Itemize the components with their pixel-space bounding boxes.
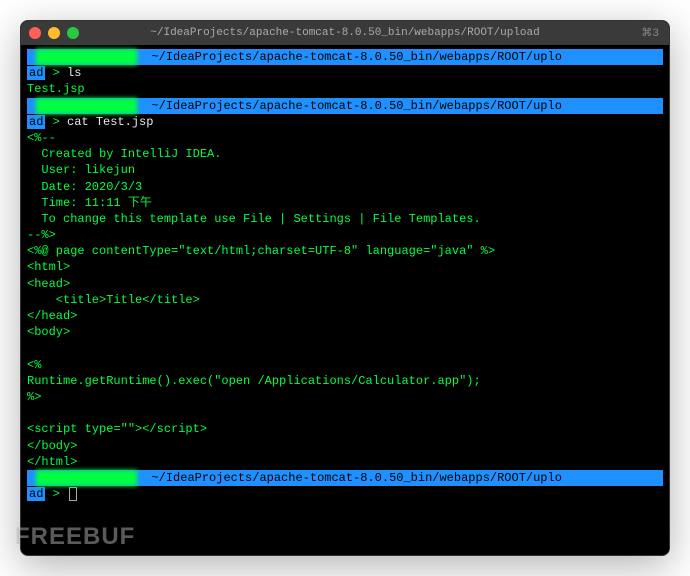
terminal-body[interactable]: ███████@██████ ~/IdeaProjects/apache-tom… — [21, 45, 669, 555]
output-line: </head> — [27, 308, 663, 324]
prompt-cont: ad — [27, 115, 45, 129]
output-line: <%-- — [27, 130, 663, 146]
prompt-arrow-icon: > — [45, 487, 67, 501]
output-line: <html> — [27, 259, 663, 275]
prompt-line: ███████@██████ ~/IdeaProjects/apache-tom… — [27, 49, 663, 65]
window-title: ~/IdeaProjects/apache-tomcat-8.0.50_bin/… — [21, 27, 669, 39]
output-line: User: likejun — [27, 162, 663, 178]
traffic-lights — [29, 27, 79, 39]
output-line: <%@ page contentType="text/html;charset=… — [27, 243, 663, 259]
window-shortcut-hint: ⌘3 — [641, 26, 659, 40]
output-line: <script type=""></script> — [27, 421, 663, 437]
prompt-arrow-icon: > — [45, 66, 67, 80]
output-line: Test.jsp — [27, 81, 663, 97]
output-line: Date: 2020/3/3 — [27, 179, 663, 195]
prompt-arrow-icon: > — [45, 115, 67, 129]
output-line: <title>Title</title> — [27, 292, 663, 308]
title-bar: ~/IdeaProjects/apache-tomcat-8.0.50_bin/… — [21, 21, 669, 45]
command-line[interactable]: ad > cat Test.jsp — [27, 114, 663, 130]
minimize-icon[interactable] — [48, 27, 60, 39]
output-line: %> — [27, 389, 663, 405]
terminal-window: ~/IdeaProjects/apache-tomcat-8.0.50_bin/… — [20, 20, 670, 556]
output-line — [27, 405, 663, 421]
output-line: Created by IntelliJ IDEA. — [27, 146, 663, 162]
prompt-path: ~/IdeaProjects/apache-tomcat-8.0.50_bin/… — [144, 99, 562, 113]
output-line: <head> — [27, 276, 663, 292]
output-line — [27, 340, 663, 356]
prompt-user: ███████@██████ — [36, 470, 137, 486]
command-line[interactable]: ad > — [27, 486, 663, 502]
output-line: <% — [27, 357, 663, 373]
output-line: --%> — [27, 227, 663, 243]
prompt-user: ███████@██████ — [36, 49, 137, 65]
prompt-cont: ad — [27, 66, 45, 80]
prompt-path: ~/IdeaProjects/apache-tomcat-8.0.50_bin/… — [144, 50, 562, 64]
command-text: cat Test.jsp — [67, 115, 153, 129]
close-icon[interactable] — [29, 27, 41, 39]
cursor-icon — [69, 487, 77, 501]
prompt-path: ~/IdeaProjects/apache-tomcat-8.0.50_bin/… — [144, 471, 562, 485]
prompt-user: ███████@██████ — [36, 98, 137, 114]
maximize-icon[interactable] — [67, 27, 79, 39]
command-line[interactable]: ad > ls — [27, 65, 663, 81]
output-line: Runtime.getRuntime().exec("open /Applica… — [27, 373, 663, 389]
output-line: </body> — [27, 438, 663, 454]
output-line: <body> — [27, 324, 663, 340]
command-text: ls — [67, 66, 81, 80]
prompt-cont: ad — [27, 487, 45, 501]
output-line: </html> — [27, 454, 663, 470]
output-line: Time: 11:11 下午 — [27, 195, 663, 211]
prompt-line: ███████@██████ ~/IdeaProjects/apache-tom… — [27, 98, 663, 114]
prompt-line: ███████@██████ ~/IdeaProjects/apache-tom… — [27, 470, 663, 486]
output-line: To change this template use File | Setti… — [27, 211, 663, 227]
